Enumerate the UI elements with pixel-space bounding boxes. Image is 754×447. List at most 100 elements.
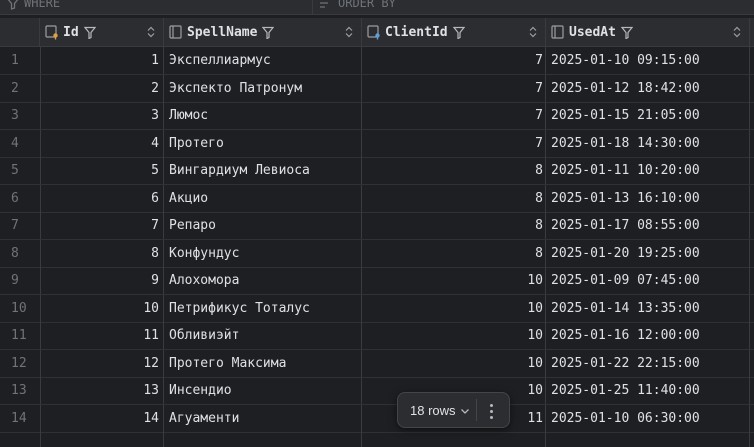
column-header-id[interactable]: Id (40, 18, 164, 46)
table-row[interactable]: 5 5 Вингардиум Левиоса 8 2025-01-11 10:2… (0, 157, 754, 185)
cell-spellname[interactable]: Инсендио (164, 377, 362, 404)
cell-clientid[interactable]: 10 (362, 322, 546, 349)
column-filter-icon[interactable] (452, 26, 465, 39)
table-row[interactable]: 11 11 Обливиэйт 10 2025-01-16 12:00:00 (0, 322, 754, 350)
cell-clientid[interactable]: 8 (362, 157, 546, 184)
cell-id[interactable]: 11 (40, 322, 164, 349)
table-row[interactable]: 12 12 Протего Максима 10 2025-01-22 22:1… (0, 349, 754, 378)
cell-clientid[interactable]: 8 (362, 184, 546, 212)
column-filter-icon[interactable] (262, 26, 275, 39)
table-row[interactable]: 8 8 Конфундус 8 2025-01-20 19:25:00 (0, 239, 754, 268)
cell-clientid[interactable]: 7 (362, 74, 546, 102)
cell-spellname[interactable]: Агуаменти (164, 404, 362, 432)
cell-spellname[interactable]: Конфундус (164, 239, 362, 267)
cell-usedat[interactable]: 2025-01-11 10:20:00 (546, 157, 750, 184)
cell-id[interactable]: 10 (40, 294, 164, 322)
cell-clientid[interactable]: 10 (362, 349, 546, 377)
row-count-dropdown[interactable]: 18 rows (410, 403, 470, 418)
cell-clientid[interactable]: 7 (362, 129, 546, 157)
cell-id[interactable]: 9 (40, 267, 164, 294)
cell-clientid[interactable]: 8 (362, 239, 546, 267)
table-row[interactable]: 6 6 Акцио 8 2025-01-13 16:10:00 (0, 184, 754, 213)
cell-usedat[interactable]: 2025-01-18 14:30:00 (546, 129, 750, 157)
cell-spellname[interactable]: Экспекто Патронум (164, 74, 362, 102)
table-row[interactable]: 13 13 Инсендио 10 2025-01-25 11:40:00 (0, 377, 754, 405)
sort-toggle-icon[interactable] (733, 26, 741, 38)
row-number: 9 (11, 273, 19, 288)
column-header-label: Id (63, 24, 79, 40)
cell-clientid[interactable]: 10 (362, 267, 546, 294)
orderby-placeholder: ORDER BY (338, 0, 396, 10)
cell-usedat[interactable]: 2025-01-13 16:10:00 (546, 184, 750, 212)
cell-usedat[interactable]: 2025-01-09 07:45:00 (546, 267, 750, 294)
cell-clientid[interactable] (362, 432, 546, 447)
cell-id[interactable]: 2 (40, 74, 164, 102)
table-row[interactable]: 1 1 Экспеллиармус 7 2025-01-10 09:15:00 (0, 47, 754, 75)
column-filter-icon[interactable] (620, 26, 633, 39)
cell-id[interactable]: 8 (40, 239, 164, 267)
table-row-partial[interactable] (0, 432, 754, 447)
cell-spellname[interactable]: Протего Максима (164, 349, 362, 377)
cell-id[interactable]: 5 (40, 157, 164, 184)
cell-usedat[interactable]: 2025-01-10 09:15:00 (546, 47, 750, 74)
cell-spellname[interactable]: Репаро (164, 212, 362, 239)
cell-usedat[interactable]: 2025-01-22 22:15:00 (546, 349, 750, 377)
cell-usedat[interactable]: 2025-01-20 19:25:00 (546, 239, 750, 267)
column-filter-icon[interactable] (83, 26, 96, 39)
cell-spellname[interactable]: Акцио (164, 184, 362, 212)
cell-spellname[interactable]: Экспеллиармус (164, 47, 362, 74)
sort-toggle-icon[interactable] (529, 26, 537, 38)
cell-clientid[interactable]: 7 (362, 102, 546, 129)
row-number: 8 (11, 245, 19, 261)
cell-id[interactable]: 12 (40, 349, 164, 377)
cell-usedat[interactable]: 2025-01-14 13:35:00 (546, 294, 750, 322)
cell-id[interactable]: 1 (40, 47, 164, 74)
cell-clientid[interactable]: 10 (362, 294, 546, 322)
more-options-icon[interactable] (484, 402, 498, 420)
where-filter[interactable]: WHERE (6, 0, 60, 10)
sort-toggle-icon[interactable] (345, 26, 353, 38)
cell-clientid[interactable]: 8 (362, 212, 546, 239)
cell-usedat[interactable]: 2025-01-17 08:55:00 (546, 212, 750, 239)
column-header-label: SpellName (187, 24, 258, 40)
cell-spellname[interactable]: Алохомора (164, 267, 362, 294)
filter-bar: WHERE ORDER BY (0, 0, 754, 15)
table-row[interactable]: 10 10 Петрификус Тоталус 10 2025-01-14 1… (0, 294, 754, 323)
table-row[interactable]: 2 2 Экспекто Патронум 7 2025-01-12 18:42… (0, 74, 754, 103)
row-number: 6 (11, 190, 19, 206)
cell-spellname[interactable]: Петрификус Тоталус (164, 294, 362, 322)
cell-id[interactable] (40, 432, 164, 447)
table-row[interactable]: 3 3 Люмос 7 2025-01-15 21:05:00 (0, 102, 754, 130)
cell-clientid[interactable]: 7 (362, 47, 546, 74)
cell-id[interactable]: 14 (40, 404, 164, 432)
cell-usedat[interactable]: 2025-01-25 11:40:00 (546, 377, 750, 404)
cell-usedat[interactable]: 2025-01-10 06:30:00 (546, 404, 750, 432)
column-header-clientid[interactable]: ClientId (362, 18, 546, 46)
cell-usedat[interactable]: 2025-01-16 12:00:00 (546, 322, 750, 349)
cell-spellname[interactable]: Люмос (164, 102, 362, 129)
cell-spellname[interactable]: Протего (164, 129, 362, 157)
row-number: 1 (11, 53, 19, 68)
cell-usedat[interactable]: 2025-01-12 18:42:00 (546, 74, 750, 102)
cell-id[interactable]: 4 (40, 129, 164, 157)
row-number: 12 (11, 355, 27, 371)
sort-toggle-icon[interactable] (147, 26, 155, 38)
cell-id[interactable]: 7 (40, 212, 164, 239)
column-header-usedat[interactable]: UsedAt (546, 18, 750, 46)
column-header-spellname[interactable]: SpellName (164, 18, 362, 46)
cell-usedat[interactable]: 2025-01-15 21:05:00 (546, 102, 750, 129)
table-row[interactable]: 9 9 Алохомора 10 2025-01-09 07:45:00 (0, 267, 754, 295)
table-row[interactable]: 14 14 Агуаменти 11 2025-01-10 06:30:00 (0, 404, 754, 433)
cell-id[interactable]: 3 (40, 102, 164, 129)
cell-spellname[interactable]: Вингардиум Левиоса (164, 157, 362, 184)
cell-id[interactable]: 6 (40, 184, 164, 212)
table-row[interactable]: 7 7 Репаро 8 2025-01-17 08:55:00 (0, 212, 754, 240)
orderby-filter[interactable]: ORDER BY (318, 0, 396, 10)
cell-spellname[interactable]: Обливиэйт (164, 322, 362, 349)
table-row[interactable]: 4 4 Протего 7 2025-01-18 14:30:00 (0, 129, 754, 158)
cell-usedat[interactable] (546, 432, 750, 447)
cell-spellname[interactable] (164, 432, 362, 447)
cell-id[interactable]: 13 (40, 377, 164, 404)
foreign-key-column-icon (366, 24, 382, 40)
row-number: 2 (11, 80, 19, 96)
